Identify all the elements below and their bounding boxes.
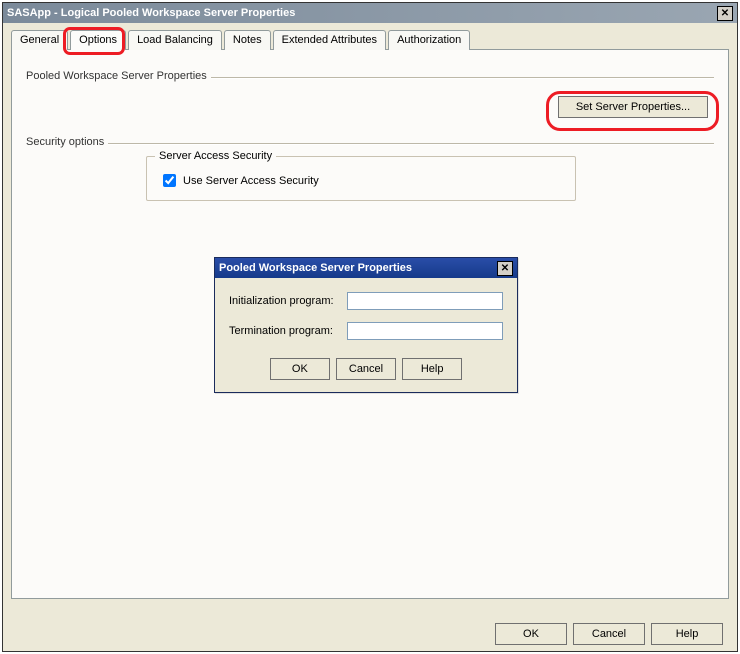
- inner-cancel-button[interactable]: Cancel: [336, 358, 396, 380]
- use-server-access-checkbox[interactable]: [163, 174, 176, 187]
- inner-dialog-body: Initialization program: Termination prog…: [215, 278, 517, 392]
- use-server-access-label: Use Server Access Security: [183, 175, 319, 187]
- footer-buttons: OK Cancel Help: [495, 623, 723, 645]
- inner-ok-button[interactable]: OK: [270, 358, 330, 380]
- main-window: SASApp - Logical Pooled Workspace Server…: [2, 2, 738, 652]
- cancel-button[interactable]: Cancel: [573, 623, 645, 645]
- fieldset-legend: Server Access Security: [155, 150, 276, 162]
- term-program-label: Termination program:: [229, 325, 341, 337]
- tabs-strip: General Options Load Balancing Notes Ext…: [11, 29, 729, 49]
- tab-authorization[interactable]: Authorization: [388, 30, 470, 50]
- tab-extended-attributes[interactable]: Extended Attributes: [273, 30, 386, 50]
- help-button[interactable]: Help: [651, 623, 723, 645]
- inner-close-icon[interactable]: ✕: [497, 261, 513, 276]
- tab-load-balancing[interactable]: Load Balancing: [128, 30, 222, 50]
- tab-general[interactable]: General: [11, 30, 68, 50]
- inner-dialog-title: Pooled Workspace Server Properties: [219, 262, 497, 274]
- group-security-label: Security options: [26, 136, 108, 148]
- close-icon[interactable]: ✕: [717, 6, 733, 21]
- titlebar[interactable]: SASApp - Logical Pooled Workspace Server…: [3, 3, 737, 23]
- ok-button[interactable]: OK: [495, 623, 567, 645]
- term-program-input[interactable]: [347, 322, 503, 340]
- group-pooled: Pooled Workspace Server Properties Set S…: [26, 70, 714, 118]
- inner-dialog: Pooled Workspace Server Properties ✕ Ini…: [214, 257, 518, 393]
- window-title: SASApp - Logical Pooled Workspace Server…: [7, 7, 717, 19]
- tab-options[interactable]: Options: [70, 30, 126, 50]
- inner-help-button[interactable]: Help: [402, 358, 462, 380]
- group-security: Security options Server Access Security …: [26, 136, 714, 201]
- tab-notes[interactable]: Notes: [224, 30, 271, 50]
- inner-titlebar[interactable]: Pooled Workspace Server Properties ✕: [215, 258, 517, 278]
- fieldset-server-access-security: Server Access Security Use Server Access…: [146, 156, 576, 201]
- init-program-label: Initialization program:: [229, 295, 341, 307]
- group-pooled-label: Pooled Workspace Server Properties: [26, 70, 211, 82]
- init-program-input[interactable]: [347, 292, 503, 310]
- set-server-properties-button[interactable]: Set Server Properties...: [558, 96, 708, 118]
